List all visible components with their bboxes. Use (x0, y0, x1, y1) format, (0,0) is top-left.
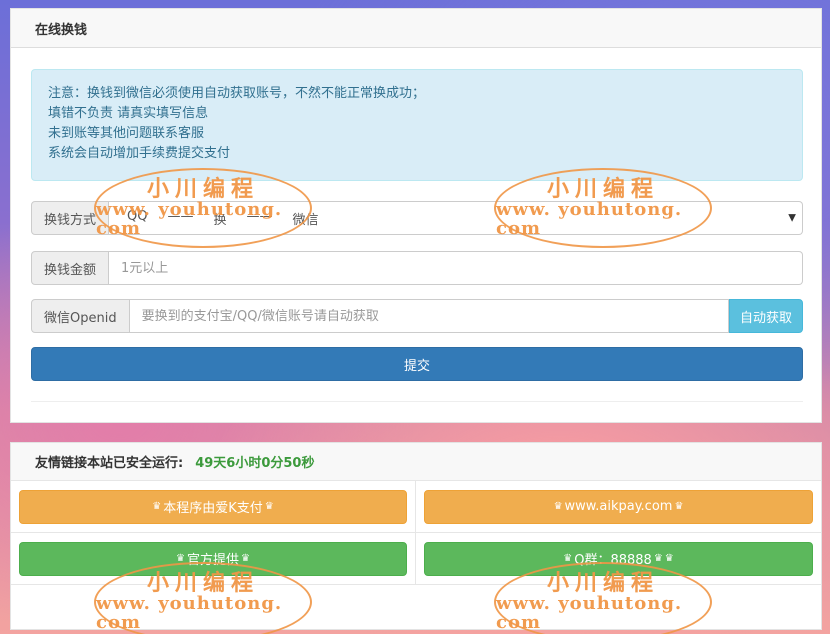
link-cell: ♛ 官方提供 ♛ (11, 533, 416, 585)
notice-line: 系统会自动增加手续费提交支付 (48, 146, 231, 161)
amount-control (109, 251, 803, 285)
openid-input[interactable] (141, 308, 716, 324)
link-label: www.aikpay.com (564, 499, 673, 514)
openid-group: 微信Openid 自动获取 (31, 299, 803, 333)
gift-icon: ♛ (674, 501, 684, 512)
link-cell: ♛ 本程序由爱K支付 ♛ (11, 481, 416, 533)
option-separator: —— (246, 208, 273, 224)
link-label: 官方提供 (186, 553, 239, 568)
notice-line: 未到账等其他问题联系客服 (48, 126, 205, 141)
submit-button[interactable]: 提交 (31, 347, 803, 381)
option-separator: —— (167, 208, 194, 224)
gift-icon: ♛ (563, 553, 573, 564)
link-label: 本程序由爱K支付 (163, 501, 263, 516)
exchange-panel: 在线换钱 注意：换钱到微信必须使用自动获取账号，不然不能正常换成功； 填错不负责… (10, 8, 822, 423)
dropdown-caret-icon: ▼ (788, 212, 796, 224)
links-heading: 友情链接本站已安全运行: 49天6小时0分50秒 (11, 443, 821, 481)
notice-line: 注意：换钱到微信必须使用自动获取账号，不然不能正常换成功； (48, 86, 426, 101)
method-option-exchange: 换 (213, 212, 227, 228)
link-button-aikpay-program[interactable]: ♛ 本程序由爱K支付 ♛ (19, 489, 407, 524)
gift-icon: ♛ (664, 553, 674, 564)
gift-icon: ♛ (653, 553, 663, 564)
method-label: 换钱方式 (31, 201, 110, 235)
amount-label: 换钱金额 (31, 251, 110, 285)
divider (31, 401, 803, 402)
openid-label: 微信Openid (31, 299, 130, 333)
gift-icon: ♛ (152, 501, 162, 512)
link-label: Q群：88888 (574, 553, 652, 568)
uptime-value: 49天6小时0分50秒 (195, 456, 315, 471)
amount-group: 换钱金额 (31, 251, 803, 285)
links-panel: 友情链接本站已安全运行: 49天6小时0分50秒 ♛ 本程序由爱K支付 ♛ ♛ … (10, 442, 822, 630)
method-select[interactable]: QQ —— 换 —— 微信 ▼ (109, 201, 803, 235)
notice-line: 填错不负责 请真实填写信息 (48, 106, 209, 121)
method-option-wechat: 微信 (292, 212, 319, 228)
gift-icon: ♛ (176, 553, 185, 564)
link-button-aikpay-site[interactable]: ♛ www.aikpay.com ♛ (424, 489, 813, 524)
method-group: 换钱方式 QQ —— 换 —— 微信 ▼ (31, 201, 803, 235)
openid-control (129, 299, 729, 333)
exchange-panel-title: 在线换钱 (11, 9, 821, 48)
gift-icon: ♛ (241, 553, 250, 564)
gift-icon: ♛ (553, 501, 563, 512)
notice-alert: 注意：换钱到微信必须使用自动获取账号，不然不能正常换成功； 填错不负责 请真实填… (31, 69, 803, 181)
amount-input[interactable] (121, 260, 790, 276)
auto-fetch-button[interactable]: 自动获取 (728, 299, 803, 333)
links-heading-text: 友情链接本站已安全运行: (35, 456, 184, 471)
link-cell: ♛ www.aikpay.com ♛ (416, 481, 821, 533)
links-grid: ♛ 本程序由爱K支付 ♛ ♛ www.aikpay.com ♛ ♛ 官方提供 ♛… (11, 481, 821, 585)
gift-icon: ♛ (264, 501, 274, 512)
method-option-qq: QQ (127, 208, 148, 224)
link-button-official[interactable]: ♛ 官方提供 ♛ (19, 541, 407, 576)
link-cell: ♛ Q群：88888 ♛ ♛ (416, 533, 821, 585)
link-button-qq-group[interactable]: ♛ Q群：88888 ♛ ♛ (424, 541, 813, 576)
